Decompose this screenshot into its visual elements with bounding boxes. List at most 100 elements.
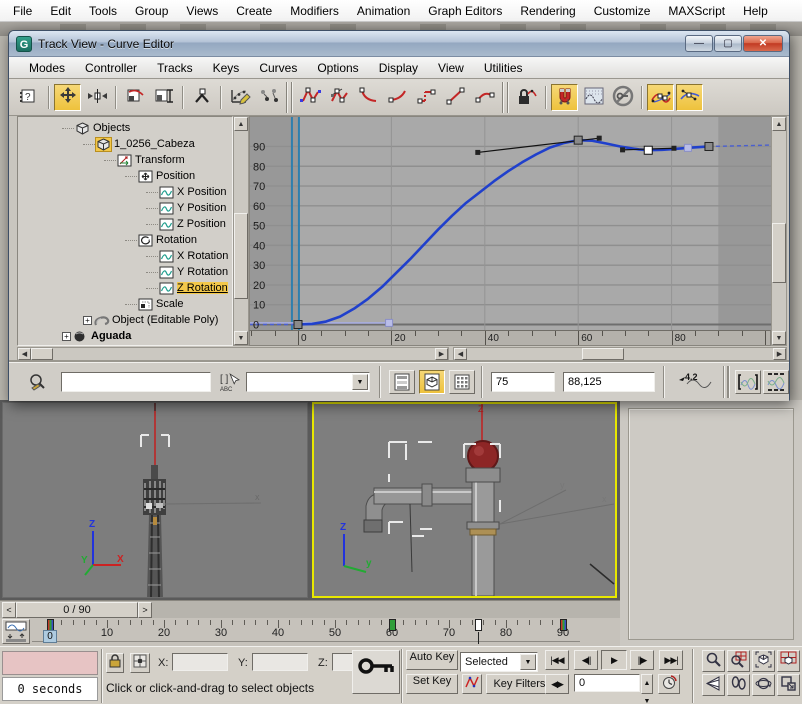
set-tangents-fast-button[interactable] [355,84,382,111]
tv-menu-display[interactable]: Display [369,59,428,77]
filter-animated-tracks-button[interactable] [449,370,475,394]
tree-item-objects[interactable]: Objects [62,120,130,136]
controller-hierarchy-tree[interactable]: Objects1_0256_CabezaTransformPositionX P… [17,116,233,346]
track-bar[interactable]: 1020304050607080900 [0,618,620,646]
tv-menu-tracks[interactable]: Tracks [147,59,203,77]
show-selected-key-stats-button[interactable]: 4.2 [673,370,717,394]
menu-graph-editors[interactable]: Graph Editors [419,2,511,20]
pan-button[interactable] [727,674,750,696]
menu-help[interactable]: Help [734,2,777,20]
graph-vertical-scrollbar[interactable]: ▲ ▼ [771,116,787,346]
track-bar-ruler[interactable]: 1020304050607080900 [32,618,580,646]
zoom-extents-all-button[interactable] [777,650,800,672]
edit-track-set-button[interactable]: [ ]ABC [217,370,243,394]
trackbar-key-frame-60[interactable] [389,619,396,631]
set-key-button[interactable]: Set Key [406,674,458,694]
zoom-button[interactable] [702,650,725,672]
show-all-tangents-button[interactable] [676,84,703,111]
set-tangents-step-button[interactable] [413,84,440,111]
tv-menu-utilities[interactable]: Utilities [474,59,533,77]
menu-maxscript[interactable]: MAXScript [659,2,734,20]
current-frame-field[interactable]: 0 [574,674,640,692]
scale-keys-button[interactable] [150,84,177,111]
key-time-field[interactable]: 75 [491,372,555,392]
auto-key-button[interactable]: Auto Key [406,650,458,670]
filters-button[interactable]: ? [16,84,43,111]
frame-spinner[interactable]: ▲▼ [641,674,653,694]
viewport-front[interactable]: x Z X Y [2,402,308,598]
previous-frame-button[interactable]: < [2,602,16,618]
x-coordinate-field[interactable] [172,653,228,671]
set-tangents-linear-button[interactable] [442,84,469,111]
set-keys-button[interactable] [352,650,400,694]
trackbar-current-frame-marker[interactable]: 0 [43,630,57,643]
fov-button[interactable] [702,674,725,696]
tree-item-position[interactable]: Position [125,168,195,184]
expand-toggle[interactable]: + [62,332,71,341]
set-tangents-smooth-button[interactable] [471,84,498,111]
key-mode-toggle[interactable]: ◀▶ [545,674,569,694]
listener-output[interactable]: 0 seconds [2,677,98,701]
set-tangents-slow-button[interactable] [384,84,411,111]
tv-menu-modes[interactable]: Modes [19,59,75,77]
menu-create[interactable]: Create [227,2,281,20]
menu-group[interactable]: Group [126,2,177,20]
arc-rotate-button[interactable] [752,674,775,696]
track-set-picker-button[interactable] [25,370,51,394]
previous-frame-playback-button[interactable]: ◀|| [574,650,598,670]
move-keys-horizontal-button[interactable] [83,84,110,111]
graph-horizontal-scrollbar[interactable]: ◀ ▶ [453,347,787,361]
maximize-button[interactable]: ▢ [714,35,742,52]
tree-item-x-rotation[interactable]: X Rotation [146,248,228,264]
menu-file[interactable]: File [4,2,41,20]
set-tangents-custom-button[interactable] [326,84,353,111]
graph-time-ruler[interactable]: 020406080 [249,330,771,346]
menu-rendering[interactable]: Rendering [511,2,584,20]
time-slider-handle[interactable]: 0 / 90 [16,602,138,618]
move-keys-button[interactable] [54,84,81,111]
next-frame-button[interactable]: > [138,602,152,618]
filter-selected-objects-button[interactable] [419,370,445,394]
time-configuration-button[interactable] [658,674,680,694]
maxscript-mini-listener[interactable] [2,651,98,675]
tree-item-object-editable-poly[interactable]: +Object (Editable Poly) [83,312,218,328]
set-tangents-auto-button[interactable] [297,84,324,111]
tree-item-scale[interactable]: Scale [125,296,184,312]
track-set-dropdown[interactable]: ▼ [246,372,370,392]
animate-mode-dropdown[interactable]: Selected ▼ [460,652,538,672]
reduce-keys-button[interactable] [255,84,282,111]
menu-customize[interactable]: Customize [585,2,660,20]
dropdown-arrow-icon[interactable]: ▼ [352,374,368,390]
show-keyable-icons-button[interactable] [609,84,636,111]
y-coordinate-field[interactable] [252,653,308,671]
go-to-end-button[interactable]: ▶▶| [659,650,683,670]
absolute-mode-transform-typein[interactable] [130,653,150,673]
close-button[interactable]: ✕ [743,35,783,52]
tree-item-1-0256-cabeza[interactable]: 1_0256_Cabeza [83,136,195,152]
zoom-value-extents-button[interactable] [763,370,789,394]
go-to-start-button[interactable]: |◀◀ [545,650,569,670]
viewport-perspective-active[interactable]: Z y x [312,402,617,598]
tree-item-z-position[interactable]: Z Position [146,216,226,232]
scale-values-button[interactable] [188,84,215,111]
minimize-button[interactable]: — [685,35,713,52]
tv-menu-curves[interactable]: Curves [249,59,307,77]
dropdown-arrow-icon[interactable]: ▼ [520,654,536,670]
tree-vertical-scrollbar[interactable]: ▲ ▼ [233,116,249,346]
tv-menu-keys[interactable]: Keys [203,59,250,77]
snap-frames-button[interactable] [551,84,578,111]
show-tangents-button[interactable] [647,84,674,111]
lock-selection-button[interactable] [513,84,540,111]
tree-horizontal-scrollbar[interactable]: ◀ ▶ [17,347,449,361]
zoom-extents-button[interactable] [752,650,775,672]
play-button[interactable]: ▶ [601,650,627,670]
menu-animation[interactable]: Animation [348,2,419,20]
zoom-horizontal-extents-button[interactable] [735,370,761,394]
tree-item-y-position[interactable]: Y Position [146,200,226,216]
trackbar-key-frame-90[interactable] [560,619,567,631]
menu-views[interactable]: Views [177,2,227,20]
slide-keys-button[interactable] [121,84,148,111]
zoom-all-button[interactable] [727,650,750,672]
menu-tools[interactable]: Tools [80,2,126,20]
tree-item-x-position[interactable]: X Position [146,184,227,200]
